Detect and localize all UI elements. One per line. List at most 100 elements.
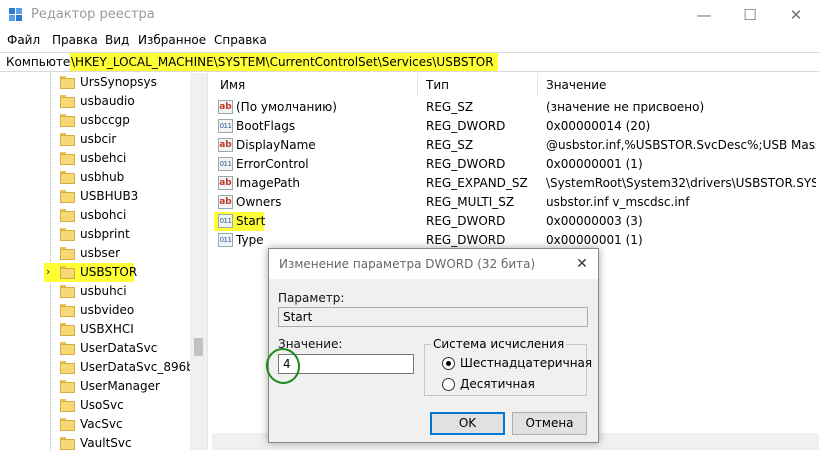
tree-item[interactable]: UserDataSvc [0,339,190,358]
cancel-button[interactable]: Отмена [512,412,587,435]
value-row[interactable]: ab DisplayName REG_SZ @usbstor.inf,%USBSTOR… [212,136,819,155]
tree-item[interactable]: usbprint [0,225,190,244]
address-path[interactable]: \HKEY_LOCAL_MACHINE\SYSTEM\CurrentContro… [70,53,498,71]
maximize-button[interactable]: ☐ [727,0,773,30]
key-tree[interactable]: UrsSynopsys usbaudio usbccgp usbcir usbehci u… [0,73,208,450]
tree-item[interactable]: usbaudio [0,92,190,111]
tree-item[interactable]: usbehci [0,149,190,168]
tree-item-label[interactable]: usbser [80,246,120,260]
menu-view[interactable]: Вид [105,33,129,47]
tree-item-label[interactable]: USBHUB3 [80,189,138,203]
dialog-title-bar: Изменение параметра DWORD (32 бита) ✕ [269,249,598,279]
tree-item[interactable]: USBXHCI [0,320,190,339]
tree-item-label[interactable]: usbohci [80,208,126,222]
radio-hexadecimal-label[interactable]: Шестнадцатеричная [460,356,592,370]
tree-item[interactable]: UserDataSvc_896b6 [0,358,201,377]
column-header-value[interactable]: Значение [538,73,819,97]
tree-item-label[interactable]: VaultSvc [80,436,132,450]
value-name-cell: Owners [236,195,282,209]
folder-icon [60,342,75,355]
tree-item[interactable]: UrsSynopsys [0,73,190,92]
tree-item-label[interactable]: usbhub [80,170,124,184]
expand-chevron-icon[interactable]: › [46,265,50,278]
tree-item[interactable]: VaultSvc [0,434,190,450]
annotation-circle [262,344,304,388]
tree-item-label[interactable]: usbvideo [80,303,134,317]
value-row[interactable]: ab Owners REG_MULTI_SZ usbstor.inf v_mscdsc… [212,193,819,212]
value-value-cell: @usbstor.inf,%USBSTOR.SvcDesc%;USB Mass … [546,138,816,152]
value-row[interactable]: 011 ErrorControl REG_DWORD 0x00000001 (1) [212,155,819,174]
tree-item[interactable]: usbser [0,244,190,263]
tree-item-label[interactable]: UserManager [80,379,160,393]
tree-item-label[interactable]: usbuhci [80,284,127,298]
value-type-cell: REG_DWORD [426,214,506,228]
tree-item-label[interactable]: UrsSynopsys [80,75,157,89]
folder-icon [60,171,75,184]
radio-hexadecimal[interactable] [442,357,455,370]
value-row[interactable]: ab ImagePath REG_EXPAND_SZ \SystemRoot\Syst… [212,174,819,193]
value-type-cell: REG_DWORD [426,233,506,247]
tree-item[interactable]: USBHUB3 [0,187,190,206]
value-row[interactable]: 011 BootFlags REG_DWORD 0x00000014 (20) [212,117,819,136]
edit-dword-dialog: Изменение параметра DWORD (32 бита) ✕ Па… [262,248,599,443]
tree-item-label[interactable]: USBXHCI [80,322,134,336]
folder-icon [60,247,75,260]
tree-item-label[interactable]: usbccgp [80,113,130,127]
folder-icon [60,418,75,431]
tree-scroll-thumb[interactable] [194,338,203,356]
folder-icon [60,228,75,241]
title-bar: Редактор реестра — ☐ ✕ [0,0,819,30]
tree-item-label[interactable]: USBSTOR [80,265,137,279]
menu-edit[interactable]: Правка [52,33,98,47]
column-header-name[interactable]: Имя [212,73,418,97]
value-name-cell: ErrorControl [236,157,309,171]
param-name-field: Start [278,307,588,327]
tree-item[interactable]: usbccgp [0,111,190,130]
tree-item[interactable]: usbohci [0,206,190,225]
value-type-cell: REG_SZ [426,100,474,114]
menu-favorites[interactable]: Избранное [138,33,206,47]
ok-button[interactable]: OK [430,412,505,435]
value-row[interactable]: ab (По умолчанию) REG_SZ (значение не присв… [212,98,819,117]
tree-item-label[interactable]: usbaudio [80,94,135,108]
tree-item[interactable]: usbhub [0,168,190,187]
minimize-button[interactable]: — [681,0,727,30]
radio-decimal-label[interactable]: Десятичная [460,377,535,391]
value-row[interactable]: 011 Start REG_DWORD 0x00000003 (3) [212,212,819,231]
tree-item-label[interactable]: usbehci [80,151,126,165]
tree-item[interactable]: VacSvc [0,415,190,434]
regedit-icon [9,8,23,22]
tree-item-label[interactable]: UserDataSvc_896b6 [80,360,201,374]
string-value-icon: ab [218,100,233,114]
menu-bar: Файл Правка Вид Избранное Справка [0,30,819,52]
tree-item[interactable]: UsoSvc [0,396,190,415]
tree-item[interactable]: usbuhci [0,282,190,301]
menu-file[interactable]: Файл [7,33,40,47]
column-header-type[interactable]: Тип [418,73,538,97]
folder-icon [60,266,75,279]
menu-help[interactable]: Справка [214,33,267,47]
close-button[interactable]: ✕ [773,0,819,30]
tree-item-label[interactable]: usbprint [80,227,130,241]
tree-item[interactable]: UserManager [0,377,190,396]
tree-scrollbar[interactable] [190,73,207,450]
radio-decimal[interactable] [442,378,455,391]
value-type-cell: REG_MULTI_SZ [426,195,515,209]
value-name-cell: ImagePath [236,176,300,190]
tree-item-label[interactable]: UserDataSvc [80,341,157,355]
dialog-title: Изменение параметра DWORD (32 бита) [279,257,536,271]
value-name-cell: BootFlags [236,119,296,133]
tree-item[interactable]: usbcir [0,130,190,149]
tree-item-label[interactable]: UsoSvc [80,398,124,412]
value-value-cell: (значение не присвоено) [546,100,705,114]
tree-item[interactable]: › USBSTOR [0,263,190,282]
tree-item[interactable]: usbvideo [0,301,190,320]
dialog-close-icon[interactable]: ✕ [570,252,594,276]
folder-icon [60,437,75,450]
value-type-cell: REG_DWORD [426,157,506,171]
tree-item-label[interactable]: VacSvc [80,417,123,431]
tree-item-label[interactable]: usbcir [80,132,116,146]
binary-value-icon: 011 [218,157,233,171]
folder-icon [60,380,75,393]
address-bar[interactable]: Компьютер \HKEY_LOCAL_MACHINE\SYSTEM\Cur… [0,52,819,72]
